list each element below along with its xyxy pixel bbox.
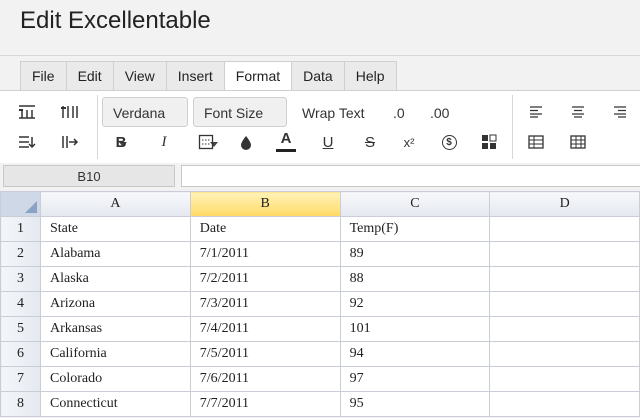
grid-cell[interactable]: 92: [339, 291, 491, 317]
grid-cell[interactable]: 94: [339, 341, 491, 367]
insert-column-left-icon[interactable]: [56, 101, 82, 123]
font-family-label: Verdana: [113, 105, 166, 121]
row-header[interactable]: 3: [0, 266, 41, 292]
grid-cell[interactable]: 97: [339, 366, 491, 392]
table-icon[interactable]: [525, 131, 547, 153]
grid-cell[interactable]: Arizona: [39, 291, 191, 317]
grid-body: 1 State Date Temp(F) 2 Alabama 7/1/2011 89 3 Alas…: [0, 216, 640, 417]
grid-cell[interactable]: 7/3/2011: [189, 291, 341, 317]
table-row: 2 Alabama 7/1/2011 89: [0, 241, 640, 267]
font-color-swatch: [276, 148, 296, 152]
row-header[interactable]: 8: [0, 391, 41, 417]
row-header[interactable]: 5: [0, 316, 41, 342]
grid-icon[interactable]: [567, 131, 589, 153]
tab-format[interactable]: Format: [223, 61, 292, 91]
bold-button[interactable]: B: [110, 131, 132, 153]
table-row: 8 Connecticut 7/7/2011 95: [0, 391, 640, 417]
row-header[interactable]: 4: [0, 291, 41, 317]
insert-column-right-icon[interactable]: [56, 131, 82, 153]
column-header-a[interactable]: A: [39, 191, 191, 217]
font-color-label: A: [280, 129, 292, 147]
grid-cell[interactable]: 101: [339, 316, 491, 342]
grid-cell[interactable]: 95: [339, 391, 491, 417]
grid-cell[interactable]: 7/1/2011: [189, 241, 341, 267]
grid-cell[interactable]: 7/7/2011: [189, 391, 341, 417]
grid-cell[interactable]: [489, 316, 640, 342]
table-row: 3 Alaska 7/2/2011 88: [0, 266, 640, 292]
column-header-d[interactable]: D: [489, 191, 640, 217]
table-row: 6 California 7/5/2011 94: [0, 341, 640, 367]
select-all-corner[interactable]: [0, 191, 41, 217]
grid-cell[interactable]: Date: [189, 216, 341, 242]
grid-cell[interactable]: State: [39, 216, 191, 242]
grid-cell[interactable]: 88: [339, 266, 491, 292]
font-color-button[interactable]: A: [275, 129, 297, 153]
align-center-icon[interactable]: [567, 101, 589, 123]
currency-button[interactable]: $: [438, 131, 460, 153]
underline-button[interactable]: U: [317, 131, 339, 153]
tab-insert[interactable]: Insert: [165, 61, 224, 91]
superscript-button[interactable]: x²: [398, 131, 420, 153]
row-header[interactable]: 7: [0, 366, 41, 392]
grid-cell[interactable]: 7/6/2011: [189, 366, 341, 392]
insert-row-above-icon[interactable]: [14, 101, 40, 123]
row-header[interactable]: 6: [0, 341, 41, 367]
table-row: 1 State Date Temp(F): [0, 216, 640, 242]
format-toolbar: Verdana Font Size Wrap Text .0 .00 B I A…: [0, 90, 640, 163]
cell-reference-box[interactable]: B10: [3, 165, 175, 187]
menu-tabs: File Edit View Insert Format Data Help: [20, 61, 397, 91]
font-family-dropdown[interactable]: Verdana: [102, 97, 188, 147]
tab-data[interactable]: Data: [291, 61, 344, 91]
align-left-icon[interactable]: [525, 101, 547, 123]
tab-view[interactable]: View: [112, 61, 166, 91]
column-header-c[interactable]: C: [339, 191, 491, 217]
tab-help[interactable]: Help: [343, 61, 397, 91]
grid-cell[interactable]: Alaska: [39, 266, 191, 292]
column-header-b[interactable]: B: [189, 191, 341, 217]
table-row: 5 Arkansas 7/4/2011 101: [0, 316, 640, 342]
grid-cell[interactable]: [489, 216, 640, 242]
grid-cell[interactable]: Temp(F): [339, 216, 491, 242]
grid-cell[interactable]: [489, 391, 640, 417]
formula-input[interactable]: [181, 165, 640, 187]
grid-cell[interactable]: California: [39, 341, 191, 367]
grid-cell[interactable]: [489, 341, 640, 367]
grid-cell[interactable]: 89: [339, 241, 491, 267]
fill-color-icon[interactable]: [235, 131, 257, 153]
font-size-dropdown[interactable]: Font Size: [193, 97, 287, 147]
menu-bar: File Edit View Insert Format Data Help: [0, 55, 640, 91]
italic-button[interactable]: I: [153, 131, 175, 153]
font-size-label: Font Size: [204, 105, 264, 121]
spreadsheet-grid: A B C D 1 State Date Temp(F) 2 Alabama 7/1/201…: [0, 191, 640, 417]
currency-icon: $: [441, 134, 457, 150]
insert-row-below-icon[interactable]: [14, 131, 40, 153]
grid-cell[interactable]: Connecticut: [39, 391, 191, 417]
table-row: 4 Arizona 7/3/2011 92: [0, 291, 640, 317]
row-header[interactable]: 2: [0, 241, 41, 267]
grid-cell[interactable]: Colorado: [39, 366, 191, 392]
grid-cell[interactable]: [489, 291, 640, 317]
decrease-decimal-button[interactable]: .0: [393, 103, 405, 123]
toolbar-separator: [512, 95, 513, 159]
align-right-icon[interactable]: [609, 101, 631, 123]
grid-cell[interactable]: [489, 366, 640, 392]
app-title: Edit Excellentable: [20, 7, 211, 34]
strikethrough-button[interactable]: S: [359, 131, 381, 153]
tab-edit[interactable]: Edit: [65, 61, 113, 91]
grid-cell[interactable]: [489, 241, 640, 267]
row-header[interactable]: 1: [0, 216, 41, 242]
table-row: 7 Colorado 7/6/2011 97: [0, 366, 640, 392]
grid-cell[interactable]: 7/4/2011: [189, 316, 341, 342]
toolbar-separator: [97, 95, 98, 159]
conditional-format-icon[interactable]: [478, 131, 500, 153]
grid-cell[interactable]: [489, 266, 640, 292]
tab-file[interactable]: File: [20, 61, 66, 91]
borders-icon[interactable]: [195, 131, 217, 153]
wrap-text-button[interactable]: Wrap Text: [302, 103, 365, 123]
grid-cell[interactable]: Alabama: [39, 241, 191, 267]
grid-cell[interactable]: 7/2/2011: [189, 266, 341, 292]
grid-cell[interactable]: 7/5/2011: [189, 341, 341, 367]
increase-decimal-button[interactable]: .00: [430, 103, 449, 123]
grid-cell[interactable]: Arkansas: [39, 316, 191, 342]
